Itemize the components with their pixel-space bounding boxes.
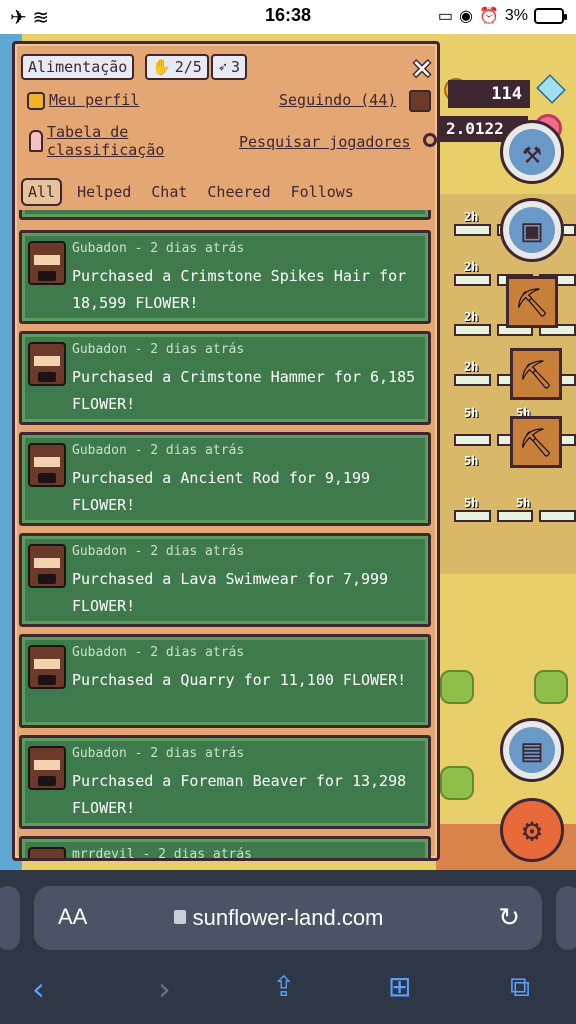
coins-counter: 114 — [448, 80, 530, 108]
tab-follows[interactable]: Follows — [286, 180, 359, 204]
rocket-icon: ➶ — [218, 58, 228, 76]
battery-icon — [534, 8, 567, 24]
battery-percent: 3% — [504, 7, 528, 24]
crop-timer: 2h — [464, 210, 479, 224]
previous-tab-pill[interactable] — [0, 886, 20, 950]
bush — [440, 670, 474, 704]
crop-timer: 2h — [464, 360, 479, 374]
trophy-icon — [29, 130, 43, 152]
feed-tabs: All Helped Chat Cheered Follows — [21, 178, 359, 206]
chest-icon: ▣ — [522, 211, 542, 249]
leaderboard-link[interactable]: Tabela de classificação — [47, 123, 164, 159]
next-tab-pill[interactable] — [556, 886, 576, 950]
share-icon[interactable]: ⇪ — [272, 970, 295, 1003]
feed-meta: Gubadon - 2 dias atrás — [72, 746, 245, 761]
iron-pickaxe-tool[interactable]: ⛏ — [510, 416, 562, 468]
crop-plot-row[interactable] — [454, 510, 576, 526]
pickaxe-icon: ⛏ — [514, 285, 550, 319]
car-icon: ▭ — [437, 8, 453, 25]
forward-icon[interactable]: › — [158, 970, 171, 1008]
settings-button[interactable]: ⚙ — [500, 798, 564, 862]
feed-card: Gubadon - 2 dias atrás Purchased a Ancie… — [19, 432, 431, 526]
feed-meta: mrrdevil - 2 dias atrás — [72, 847, 253, 860]
player-avatar[interactable] — [28, 645, 66, 689]
browser-toolbar: AA sunflower-land.com ↻ ‹ › ⇪ ⊞ ⧉ — [0, 870, 576, 1024]
player-avatar[interactable] — [28, 443, 66, 487]
tab-chat[interactable]: Chat — [146, 180, 192, 204]
player-avatar[interactable] — [28, 847, 66, 858]
leaderboard-line-1: Tabela de — [47, 123, 129, 141]
feed-card: Gubadon - 2 dias atrás Purchased a Crims… — [19, 331, 431, 425]
rocket-badge: ➶ 3 — [211, 54, 248, 80]
feed-list[interactable]: Gubadon - 2 dias atrás Purchased a Crims… — [19, 210, 431, 860]
feed-message: Purchased a Crimstone Hammer for 6,185 F… — [72, 368, 416, 413]
save-button[interactable]: ▤ — [500, 718, 564, 782]
crop-timer: 5h — [516, 496, 531, 510]
hammer-button[interactable]: ⚒ — [500, 120, 564, 184]
feed-card: mrrdevil - 2 dias atrás — [19, 836, 431, 860]
feed-message: Purchased a Quarry for 11,100 FLOWER! — [72, 671, 407, 689]
feed-meta: Gubadon - 2 dias atrás — [72, 342, 245, 357]
pickaxe-icon: ⛏ — [518, 425, 554, 459]
tab-all[interactable]: All — [21, 178, 63, 206]
crop-timer: 5h — [464, 496, 479, 510]
following-link[interactable]: Seguindo (44) — [279, 91, 396, 109]
player-avatar[interactable] — [28, 342, 66, 386]
feed-message: Purchased a Foreman Beaver for 13,298 FL… — [72, 772, 407, 817]
following-avatar-icon — [409, 90, 431, 112]
feed-card: Gubadon - 2 dias atrás Purchased a Quarr… — [19, 634, 431, 728]
lock-rotation-icon: ◉ — [458, 8, 473, 25]
chest-button[interactable]: ▣ — [500, 198, 564, 262]
player-avatar[interactable] — [28, 241, 66, 285]
crop-timer: 2h — [464, 260, 479, 274]
crop-timer: 2h — [464, 310, 479, 324]
crop-timer: 5h — [464, 454, 479, 468]
url-text[interactable]: sunflower-land.com — [34, 905, 542, 931]
profile-icon — [27, 92, 45, 110]
feed-meta: Gubadon - 2 dias atrás — [72, 544, 245, 559]
search-players-link[interactable]: Pesquisar jogadores — [239, 133, 411, 151]
social-feed-panel: Alimentação ✋ 2/5 ➶ 3 ✕ Meu perfil Seguind… — [12, 41, 440, 861]
my-profile-link[interactable]: Meu perfil — [49, 91, 139, 109]
feed-card: Gubadon - 2 dias atrás Purchased a Lava … — [19, 533, 431, 627]
tabs-icon[interactable]: ⧉ — [510, 970, 530, 1004]
gem-icon[interactable] — [536, 74, 566, 104]
alarm-icon: ⏰ — [478, 8, 499, 25]
close-button[interactable]: ✕ — [407, 51, 437, 83]
reload-icon[interactable]: ↻ — [498, 902, 520, 933]
bookmarks-icon[interactable]: ⊞ — [388, 970, 411, 1003]
bush — [440, 766, 474, 800]
leaderboard-line-2: classificação — [47, 141, 165, 159]
feed-message: Purchased a Ancient Rod for 9,199 FLOWER… — [72, 469, 371, 514]
feed-card — [19, 210, 431, 220]
gold-pickaxe-tool[interactable]: ⛏ — [510, 348, 562, 400]
tab-cheered[interactable]: Cheered — [202, 180, 275, 204]
back-icon[interactable]: ‹ — [32, 970, 45, 1008]
address-bar[interactable]: AA sunflower-land.com ↻ — [34, 886, 542, 950]
search-icon[interactable] — [423, 133, 437, 147]
feed-card: Gubadon - 2 dias atrás Purchased a Crims… — [19, 230, 431, 324]
pickaxe-tool[interactable]: ⛏ — [506, 276, 558, 328]
crop-timer: 5h — [464, 406, 479, 420]
hand-icon: ✋ — [152, 58, 171, 76]
feed-meta: Gubadon - 2 dias atrás — [72, 241, 245, 256]
bush — [534, 670, 568, 704]
tab-helped[interactable]: Helped — [72, 180, 136, 204]
hammer-icon: ⚒ — [522, 133, 542, 171]
status-right: ▭ ◉ ⏰ 3% — [437, 6, 567, 26]
feed-badge[interactable]: Alimentação — [21, 54, 135, 80]
feed-meta: Gubadon - 2 dias atrás — [72, 443, 245, 458]
floppy-disk-icon: ▤ — [522, 731, 542, 769]
feed-message: Purchased a Lava Swimwear for 7,999 FLOW… — [72, 570, 389, 615]
feed-card: Gubadon - 2 dias atrás Purchased a Forem… — [19, 735, 431, 829]
status-bar: ✈ ︎≋ 16:38 ▭ ◉ ⏰ 3% — [0, 0, 576, 34]
pickaxe-icon: ⛏ — [518, 357, 554, 391]
feed-message: Purchased a Crimstone Spikes Hair for 18… — [72, 267, 407, 312]
gear-icon: ⚙ — [522, 811, 542, 849]
progress-badge: ✋ 2/5 — [145, 54, 209, 80]
player-avatar[interactable] — [28, 746, 66, 790]
player-avatar[interactable] — [28, 544, 66, 588]
feed-meta: Gubadon - 2 dias atrás — [72, 645, 245, 660]
